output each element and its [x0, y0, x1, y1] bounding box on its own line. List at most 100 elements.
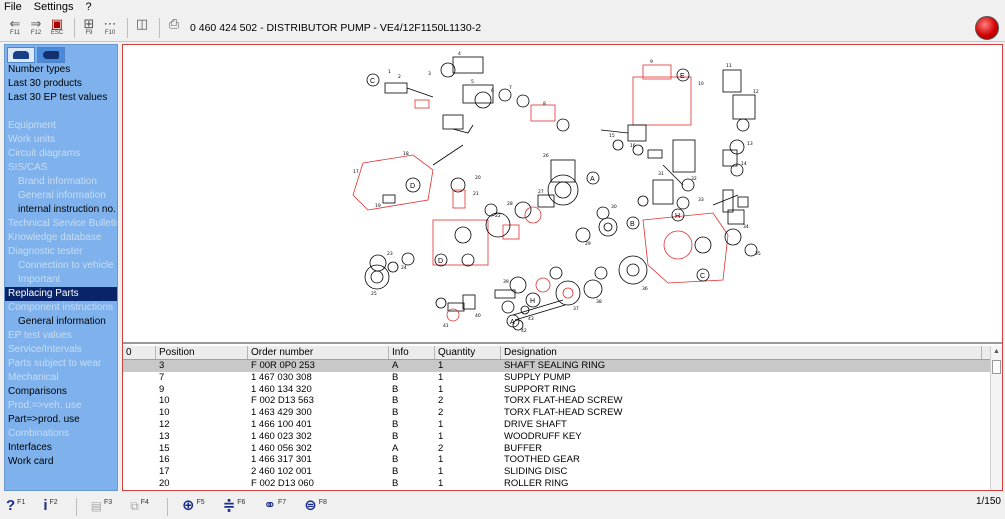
sidebar-item[interactable]: Prod.=>veh. use [5, 399, 117, 413]
info-button[interactable]: i F2 [43, 497, 57, 517]
table-cell: B [392, 418, 399, 430]
help-button-key: F1 [17, 498, 26, 506]
toolbar-separator [159, 17, 160, 38]
sidebar-item[interactable]: Parts subject to wear [5, 357, 117, 371]
tab-product[interactable] [37, 47, 65, 63]
exploded-view-drawing[interactable]: C E D D A B C H H A 1 2 3 4 5 6 7 8 9 10… [123, 45, 1002, 344]
sidebar-item[interactable]: Combinations [5, 427, 117, 441]
sidebar-item[interactable]: Interfaces [5, 441, 117, 455]
zoom-button[interactable]: ⊕ F5 [182, 497, 205, 517]
tab-vehicle[interactable] [7, 47, 35, 63]
col-header-designation[interactable]: Designation [501, 346, 982, 359]
sidebar-item[interactable]: Component instructions [5, 301, 117, 315]
sidebar-item[interactable]: Last 30 products [5, 77, 117, 91]
table-cell: 15 [159, 442, 170, 454]
sidebar-item[interactable]: Equipment [5, 119, 117, 133]
table-row[interactable]: 10 1 463 429 300 B 2 TORX FLAT-HEAD SCREW [123, 407, 1002, 419]
sidebar-item[interactable]: Circuit diagrams [5, 147, 117, 161]
escape-button[interactable]: ▣ ESC [48, 17, 66, 39]
sidebar-item[interactable]: Connection to vehicle [5, 259, 117, 273]
col-header-position[interactable]: Position [156, 346, 248, 359]
forward-button[interactable]: ⇒ F12 [27, 17, 45, 39]
sidebar-item[interactable]: Mechanical [5, 371, 117, 385]
col-header-info[interactable]: Info [389, 346, 435, 359]
sidebar-item[interactable]: Brand information [5, 175, 117, 189]
table-row[interactable]: 3 F 00R 0P0 253 A 1 SHAFT SEALING RING [123, 360, 1002, 372]
col-header-quantity[interactable]: Quantity [435, 346, 501, 359]
list-button[interactable]: ▤ F3 [91, 497, 113, 517]
info-button-key: F2 [49, 498, 58, 506]
menu-settings[interactable]: Settings [34, 1, 74, 13]
col-header-order-number[interactable]: Order number [248, 346, 389, 359]
menu-bar: File Settings ? [0, 0, 1005, 14]
sidebar-item[interactable]: Diagnostic tester [5, 245, 117, 259]
bosch-button[interactable]: ⊜ F8 [304, 497, 327, 517]
table-row[interactable]: 9 1 460 134 320 B 1 SUPPORT RING [123, 384, 1002, 396]
sidebar-item[interactable]: Work card [5, 455, 117, 469]
copy-button[interactable]: ⧉ F4 [130, 497, 149, 517]
svg-text:D: D [438, 258, 443, 265]
table-cell: 1 460 056 302 [251, 442, 312, 454]
toolbar-separator [127, 17, 128, 38]
search-icon: ⚭ [263, 496, 277, 514]
sidebar-item[interactable]: Number types [5, 63, 117, 77]
table-cell: SUPPLY PUMP [504, 371, 571, 383]
svg-text:22: 22 [495, 213, 501, 219]
table-row[interactable]: 20 F 002 D13 060 B 1 ROLLER RING [123, 478, 1002, 490]
svg-text:36: 36 [642, 286, 648, 292]
table-cell [123, 454, 156, 466]
table-row[interactable]: 17 2 460 102 001 B 1 SLIDING DISC [123, 466, 1002, 478]
f10-button[interactable]: ⋯ F10 [101, 17, 119, 39]
back-arrow-icon: ⇐ [9, 15, 21, 31]
document-button[interactable]: ◫ [133, 17, 151, 39]
table-row[interactable]: 13 1 460 023 302 B 1 WOODRUFF KEY [123, 431, 1002, 443]
menu-file[interactable]: File [4, 1, 22, 13]
search-button[interactable]: ⚭ F7 [263, 497, 286, 517]
help-button[interactable]: ? F1 [6, 497, 25, 517]
sidebar-item[interactable]: EP test values [5, 329, 117, 343]
sidebar-item[interactable]: Technical Service Bulletins [5, 217, 117, 231]
svg-text:B: B [630, 221, 635, 228]
sidebar-item[interactable]: Knowledge database [5, 231, 117, 245]
table-row[interactable]: 12 1 466 100 401 B 1 DRIVE SHAFT [123, 419, 1002, 431]
sidebar: Number types Last 30 products Last 30 EP t… [4, 44, 118, 491]
table-cell: B [392, 383, 399, 395]
table-row[interactable]: 15 1 460 056 302 A 2 BUFFER [123, 443, 1002, 455]
scroll-thumb[interactable] [992, 360, 1001, 374]
sidebar-item[interactable]: internal instruction no. [5, 203, 117, 217]
sidebar-item[interactable]: Part=>prod. use [5, 413, 117, 427]
table-cell: 2 460 102 001 [251, 466, 312, 478]
table-cell: 1 [438, 466, 444, 478]
sidebar-item[interactable]: General information [5, 189, 117, 203]
sidebar-item[interactable]: Important [5, 273, 117, 287]
svg-text:9: 9 [650, 59, 653, 65]
sidebar-item[interactable]: SIS/CAS [5, 161, 117, 175]
table-row[interactable]: 10 F 002 D13 563 B 2 TORX FLAT-HEAD SCREW [123, 395, 1002, 407]
sidebar-item[interactable]: Work units [5, 133, 117, 147]
col-header-zero[interactable]: 0 [123, 346, 156, 359]
copy-icon: ⧉ [130, 498, 139, 513]
table-cell: 1 467 030 308 [251, 371, 312, 383]
table-row[interactable]: 16 1 466 317 301 B 1 TOOTHED GEAR [123, 454, 1002, 466]
table-cell: 7 [159, 371, 165, 383]
sidebar-item[interactable]: Comparisons [5, 385, 117, 399]
info-icon: i [43, 496, 48, 514]
table-cell: 3 [159, 360, 165, 371]
toolbar-separator [166, 497, 168, 516]
table-row[interactable]: 7 1 467 030 308 B 1 SUPPLY PUMP [123, 372, 1002, 384]
sidebar-item[interactable]: Last 30 EP test values [5, 91, 117, 105]
sidebar-item[interactable]: Replacing Parts [5, 287, 117, 301]
sidebar-item[interactable]: Service/Intervals [5, 343, 117, 357]
svg-text:37: 37 [573, 306, 579, 312]
print-button[interactable]: ⎙ [165, 17, 183, 39]
table-cell: 1 460 134 320 [251, 383, 312, 395]
scroll-up-icon[interactable]: ▲ [991, 346, 1002, 358]
sidebar-item[interactable]: General information [5, 315, 117, 329]
f9-button[interactable]: ⊞ F9 [80, 17, 98, 39]
svg-text:8: 8 [543, 101, 546, 107]
table-cell: BUFFER [504, 442, 542, 454]
back-button[interactable]: ⇐ F11 [6, 17, 24, 39]
table-scrollbar[interactable]: ▲ [990, 346, 1002, 490]
menu-help[interactable]: ? [85, 1, 91, 13]
split-button[interactable]: ≑ F6 [223, 497, 246, 517]
